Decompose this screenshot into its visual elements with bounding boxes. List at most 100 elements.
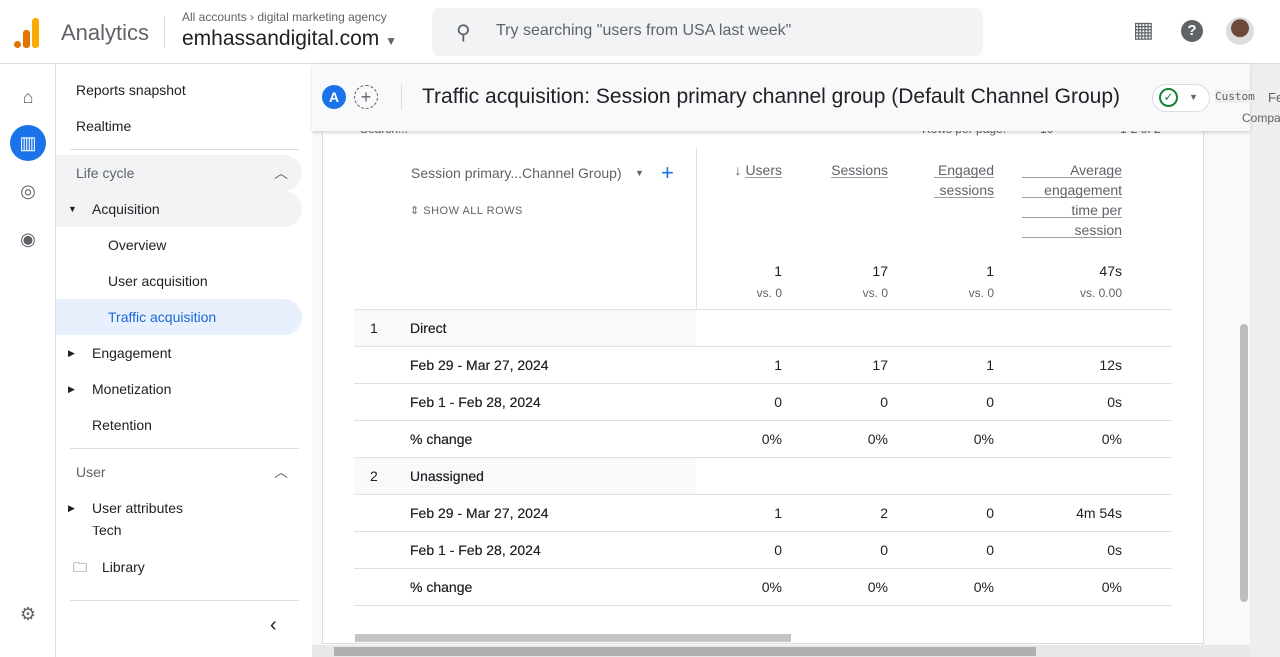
search-icon: ⚲ bbox=[456, 22, 471, 44]
right-panel bbox=[1250, 64, 1280, 657]
row-label: Feb 29 - Mar 27, 2024 bbox=[410, 357, 549, 373]
sidebar-item-acquisition[interactable]: ▼ Acquisition bbox=[56, 191, 302, 227]
horizontal-scrollbar[interactable] bbox=[334, 647, 1036, 656]
table-row: Feb 29 - Mar 27, 2024 1 17 1 12s bbox=[354, 347, 1172, 383]
item-label: User attributes bbox=[92, 500, 184, 516]
compare-label[interactable]: Compa bbox=[1242, 111, 1280, 125]
cell-sessions: 0 bbox=[880, 542, 888, 558]
report-header: A + Traffic acquisition: Session primary… bbox=[312, 64, 1280, 131]
page-title: Traffic acquisition: Session primary cha… bbox=[422, 85, 1121, 108]
table-row: Feb 29 - Mar 27, 2024 1 2 0 4m 54s bbox=[354, 495, 1172, 531]
sidebar-item-retention[interactable]: Retention bbox=[56, 407, 302, 443]
section-label: Life cycle bbox=[76, 165, 135, 181]
row-label: Feb 1 - Feb 28, 2024 bbox=[410, 394, 541, 410]
explore-icon[interactable]: ◎ bbox=[12, 175, 44, 207]
column-header-sessions[interactable]: Sessions bbox=[831, 160, 888, 180]
collapse-sidebar-chevron-icon[interactable]: ‹ bbox=[270, 614, 277, 637]
analytics-logo[interactable] bbox=[14, 16, 42, 48]
advertising-icon[interactable]: ◉ bbox=[12, 223, 44, 255]
cell-avg-engagement-time: 0% bbox=[1101, 431, 1122, 447]
column-header-label: Engaged sessions bbox=[934, 160, 994, 200]
column-header-users[interactable]: ↓ Users bbox=[735, 160, 782, 180]
cell-sessions: 2 bbox=[880, 505, 888, 521]
item-label: Tech bbox=[92, 526, 122, 538]
cell-avg-engagement-time: 0s bbox=[1107, 394, 1122, 410]
cell-sessions: 0% bbox=[867, 431, 888, 447]
cell-users: 0% bbox=[761, 579, 782, 595]
sidebar-item-traffic-acquisition[interactable]: Traffic acquisition bbox=[56, 299, 302, 335]
caret-right-icon: ▶ bbox=[68, 348, 75, 358]
vertical-scrollbar[interactable] bbox=[1240, 324, 1248, 602]
folder-icon: 🗀 bbox=[73, 559, 87, 575]
cell-users: 1 bbox=[774, 505, 782, 521]
report-status-dropdown[interactable]: ✓ ▼ bbox=[1152, 84, 1210, 112]
cell-avg-engagement-time: 0% bbox=[1101, 579, 1122, 595]
cell-sessions: 0% bbox=[867, 579, 888, 595]
show-all-rows-button[interactable]: ⇕ SHOW ALL ROWS bbox=[410, 204, 523, 217]
show-all-rows-label: SHOW ALL ROWS bbox=[423, 205, 523, 217]
caret-right-icon: ▶ bbox=[68, 384, 75, 394]
item-label: Library bbox=[102, 559, 145, 575]
add-comparison-plus-icon[interactable]: + bbox=[354, 85, 378, 109]
apps-grid-icon[interactable]: ▦ bbox=[1133, 17, 1154, 43]
avatar[interactable] bbox=[1226, 17, 1254, 45]
cell-engaged-sessions: 0 bbox=[986, 542, 994, 558]
row-label: % change bbox=[410, 431, 473, 447]
sidebar: Reports snapshot Realtime Life cycle ︿ ▼ A… bbox=[56, 64, 312, 657]
sidebar-item-monetization[interactable]: ▶ Monetization bbox=[56, 371, 302, 407]
add-dimension-plus-icon[interactable]: + bbox=[661, 160, 674, 186]
sidebar-item-overview[interactable]: Overview bbox=[56, 227, 302, 263]
breadcrumb[interactable]: All accounts › digital marketing agency bbox=[182, 10, 387, 24]
table-row: % change 0% 0% 0% 0% bbox=[354, 421, 1172, 457]
row-label: Feb 1 - Feb 28, 2024 bbox=[410, 542, 541, 558]
cell-avg-engagement-time: 4m 54s bbox=[1076, 505, 1122, 521]
date-range-custom[interactable]: Custom bbox=[1215, 90, 1255, 103]
sidebar-item-engagement[interactable]: ▶ Engagement bbox=[56, 335, 302, 371]
sidebar-item-user-attributes[interactable]: ▶ User attributes bbox=[56, 490, 302, 526]
table-row: 1 Direct bbox=[354, 310, 1172, 346]
home-icon[interactable]: ⌂ bbox=[12, 81, 44, 113]
total-avg-engagement-time: 47s bbox=[1099, 263, 1122, 279]
cell-sessions: 0 bbox=[880, 394, 888, 410]
top-bar: Analytics All accounts › digital marketi… bbox=[0, 0, 1280, 64]
breadcrumb-root[interactable]: All accounts bbox=[182, 10, 247, 24]
table-row: Feb 1 - Feb 28, 2024 0 0 0 0s bbox=[354, 384, 1172, 420]
cell-engaged-sessions: 1 bbox=[986, 357, 994, 373]
reports-icon[interactable]: ▥ bbox=[10, 125, 46, 161]
sidebar-item-tech[interactable]: Tech bbox=[56, 526, 302, 540]
caret-down-icon[interactable]: ▼ bbox=[635, 168, 644, 178]
sidebar-item-library[interactable]: 🗀 Library bbox=[56, 549, 302, 585]
dimension-selector[interactable]: Session primary...Channel Group) bbox=[411, 165, 622, 181]
help-icon[interactable]: ? bbox=[1181, 20, 1203, 42]
chevron-up-icon: ︿ bbox=[274, 165, 288, 181]
sidebar-item-reports-snapshot[interactable]: Reports snapshot bbox=[56, 72, 302, 108]
segment-badge[interactable]: A bbox=[322, 85, 346, 109]
total-sessions: 17 bbox=[872, 263, 888, 279]
item-label: Engagement bbox=[92, 345, 172, 361]
nav-rail: ⌂ ▥ ◎ ◉ ⚙ bbox=[0, 64, 56, 657]
date-range-partial[interactable]: Fe bbox=[1268, 90, 1280, 105]
table-row: 2 Unassigned bbox=[354, 458, 1172, 494]
total-engaged-sessions: 1 bbox=[986, 263, 994, 279]
cell-avg-engagement-time: 12s bbox=[1099, 357, 1122, 373]
table-horizontal-scrollbar[interactable] bbox=[355, 634, 791, 642]
check-circle-icon: ✓ bbox=[1159, 88, 1178, 107]
property-selector[interactable]: emhassandigital.com ▼ bbox=[182, 27, 397, 51]
column-header-label: Sessions bbox=[831, 160, 888, 180]
section-label: User bbox=[76, 464, 106, 480]
sidebar-item-realtime[interactable]: Realtime bbox=[56, 108, 302, 144]
sidebar-section-user[interactable]: User ︿ bbox=[56, 454, 302, 490]
item-label: Acquisition bbox=[92, 201, 160, 217]
total-compare-users: vs. 0 bbox=[756, 286, 782, 300]
column-header-avg-engagement-time[interactable]: Average engagement time per session bbox=[1022, 160, 1122, 240]
caret-down-icon: ▼ bbox=[1189, 92, 1198, 102]
property-name: emhassandigital.com bbox=[182, 27, 380, 50]
sidebar-section-life-cycle[interactable]: Life cycle ︿ bbox=[56, 155, 302, 191]
cell-engaged-sessions: 0 bbox=[986, 394, 994, 410]
sidebar-item-user-acquisition[interactable]: User acquisition bbox=[56, 263, 302, 299]
column-header-engaged-sessions[interactable]: Engaged sessions bbox=[934, 160, 994, 200]
settings-gear-icon[interactable]: ⚙ bbox=[12, 598, 44, 630]
search-input[interactable]: ⚲ Try searching "users from USA last week… bbox=[432, 8, 983, 56]
breadcrumb-account[interactable]: digital marketing agency bbox=[257, 10, 386, 24]
chevron-up-icon: ︿ bbox=[274, 464, 288, 480]
